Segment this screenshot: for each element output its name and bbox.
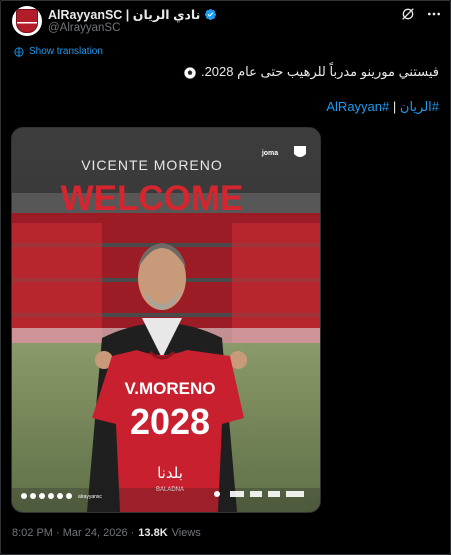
verified-badge-icon <box>205 8 217 21</box>
author-handle[interactable]: @AlrayyanSC <box>48 22 120 34</box>
translate-icon <box>14 46 24 57</box>
tweet-footer: 8:02 PM · Mar 24, 2026 · 13.8K Views <box>12 527 201 539</box>
football-emoji-icon <box>183 66 197 79</box>
welcome-poster: VICENTE MORENO joma WELCOME V.MORENO 202… <box>12 128 320 512</box>
club-crest-icon <box>16 9 38 33</box>
hashtags: #الريان | #AlRayyan <box>326 99 439 115</box>
tweet-text: فيستني مورينو مدرباً للرهيب حتى عام 2028… <box>183 64 439 80</box>
grok-icon[interactable] <box>400 6 416 22</box>
hashtag-rayyan-arabic[interactable]: #الريان <box>400 99 439 114</box>
views-count: 13.8K <box>138 527 168 539</box>
timestamp[interactable]: 8:02 PM · Mar 24, 2026 · <box>12 527 134 539</box>
author-name-row[interactable]: AlRayyanSC | نادي الريان <box>48 7 217 22</box>
hashtag-separator: | <box>392 99 397 114</box>
display-name[interactable]: AlRayyanSC | نادي الريان <box>48 7 200 22</box>
views-label: Views <box>171 527 201 539</box>
tweet-media-image[interactable]: VICENTE MORENO joma WELCOME V.MORENO 202… <box>11 127 321 513</box>
poster-headline: WELCOME <box>61 179 244 218</box>
show-translation-link[interactable]: Show translation <box>29 46 103 57</box>
jersey-number: 2028 <box>130 401 210 442</box>
show-translation[interactable]: Show translation <box>14 46 103 57</box>
tweet-body: فيستني مورينو مدرباً للرهيب حتى عام 2028… <box>200 64 439 79</box>
hashtag-alrayyan[interactable]: #AlRayyan <box>326 99 389 114</box>
club-crest-small-icon <box>294 146 306 157</box>
social-handle: alrayyansc <box>78 494 102 500</box>
sponsor-arabic: بلدنا <box>157 464 183 482</box>
poster-coach-name: VICENTE MORENO <box>81 157 223 173</box>
joma-logo-text: joma <box>261 150 278 157</box>
jersey-name: V.MORENO <box>124 379 215 398</box>
avatar[interactable] <box>12 6 42 36</box>
more-options-icon[interactable] <box>426 6 442 22</box>
